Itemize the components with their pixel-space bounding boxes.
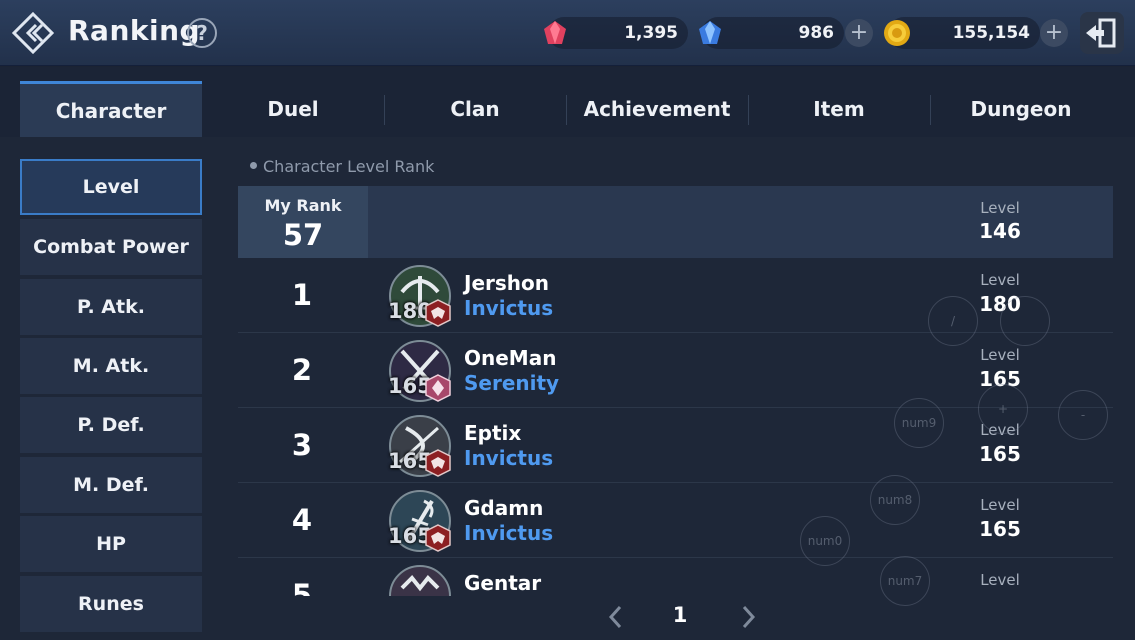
player-name: Jershon bbox=[464, 271, 549, 295]
rank-number: 4 bbox=[291, 503, 313, 537]
clan-emblem-icon bbox=[425, 374, 451, 402]
player-name: Gentar bbox=[464, 571, 542, 595]
blue-gem-icon bbox=[699, 21, 721, 44]
my-rank-box: My Rank 57 bbox=[238, 186, 368, 258]
my-rank-label: My Rank bbox=[264, 196, 342, 215]
sidebar-item-level[interactable]: Level bbox=[20, 159, 202, 215]
my-rank-row: Level 146 bbox=[238, 186, 1113, 258]
player-name: Eptix bbox=[464, 421, 522, 445]
my-rank-value: 57 bbox=[282, 218, 324, 252]
rank-number: 3 bbox=[291, 428, 313, 462]
rank-number: 1 bbox=[291, 278, 313, 312]
page-title: Ranking bbox=[68, 14, 201, 47]
level-label: Level bbox=[980, 346, 1020, 364]
sidebar-item-m-def[interactable]: M. Def. bbox=[20, 457, 202, 513]
rank-number: 5 bbox=[291, 578, 313, 596]
sidebar-item-p-atk[interactable]: P. Atk. bbox=[20, 279, 202, 335]
exit-button[interactable] bbox=[1080, 12, 1124, 54]
my-level-value: 146 bbox=[979, 219, 1021, 243]
top-bar: Ranking ? 1,395 986 + 155,154 + bbox=[0, 0, 1135, 66]
gold-coin-icon bbox=[884, 20, 910, 46]
overlay-key-num0[interactable]: num0 bbox=[800, 516, 850, 566]
section-title: Character Level Rank bbox=[250, 157, 434, 176]
red-gem-icon bbox=[544, 21, 566, 44]
sidebar-item-m-atk[interactable]: M. Atk. bbox=[20, 338, 202, 394]
level-label: Level bbox=[980, 271, 1020, 289]
sidebar-item-combat-power[interactable]: Combat Power bbox=[20, 219, 202, 275]
ranking-row[interactable]: 4 165 Gdamn Invictus Level 165 bbox=[238, 483, 1113, 558]
tab-dungeon[interactable]: Dungeon bbox=[930, 81, 1112, 137]
red-gem-amount: 1,395 bbox=[624, 23, 678, 43]
tab-item[interactable]: Item bbox=[748, 81, 930, 137]
level-value: 165 bbox=[979, 517, 1021, 541]
clan-emblem-icon bbox=[425, 299, 451, 327]
next-page-chevron-icon[interactable] bbox=[738, 602, 758, 632]
overlay-key-blank[interactable] bbox=[1000, 296, 1050, 346]
prev-page-chevron-icon[interactable] bbox=[606, 602, 626, 632]
tab-achievement[interactable]: Achievement bbox=[566, 81, 748, 137]
exit-door-icon bbox=[1086, 18, 1116, 48]
overlay-key-slash[interactable]: / bbox=[928, 296, 978, 346]
clan-emblem-icon bbox=[425, 524, 451, 552]
overlay-key-plus[interactable]: + bbox=[978, 384, 1028, 434]
sidebar-item-p-def[interactable]: P. Def. bbox=[20, 397, 202, 453]
sidebar-item-hp[interactable]: HP bbox=[20, 516, 202, 572]
ranking-row[interactable]: 5 Gentar Level bbox=[238, 558, 1113, 596]
my-level-label: Level bbox=[980, 199, 1020, 217]
rank-number: 2 bbox=[291, 353, 313, 387]
tab-character[interactable]: Character bbox=[20, 81, 202, 137]
clan-name[interactable]: Serenity bbox=[464, 371, 559, 395]
category-tabs: Character Duel Clan Achievement Item Dun… bbox=[0, 67, 1135, 137]
page-number: 1 bbox=[672, 603, 688, 627]
add-gold-button[interactable]: + bbox=[1040, 19, 1068, 47]
overlay-key-num9[interactable]: num9 bbox=[894, 398, 944, 448]
overlay-key-num7[interactable]: num7 bbox=[880, 556, 930, 606]
clan-emblem-icon bbox=[425, 449, 451, 477]
blue-gem-amount: 986 bbox=[798, 23, 835, 43]
back-diamond-icon[interactable] bbox=[12, 12, 54, 54]
sidebar-item-runes[interactable]: Runes bbox=[20, 576, 202, 632]
level-label: Level bbox=[980, 571, 1020, 589]
tab-duel[interactable]: Duel bbox=[202, 81, 384, 137]
tab-clan[interactable]: Clan bbox=[384, 81, 566, 137]
clan-name[interactable]: Invictus bbox=[464, 521, 553, 545]
dragon-class-avatar-icon bbox=[389, 565, 451, 596]
ranking-list[interactable]: 1 180 Jershon Invictus Level 180 2 165 O… bbox=[238, 258, 1113, 596]
gold-amount: 155,154 bbox=[952, 23, 1030, 43]
level-label: Level bbox=[980, 496, 1020, 514]
player-name: Gdamn bbox=[464, 496, 544, 520]
clan-name[interactable]: Invictus bbox=[464, 296, 553, 320]
clan-name[interactable]: Invictus bbox=[464, 446, 553, 470]
add-blue-gem-button[interactable]: + bbox=[845, 19, 873, 47]
overlay-key-num8[interactable]: num8 bbox=[870, 475, 920, 525]
level-value: 165 bbox=[979, 442, 1021, 466]
player-name: OneMan bbox=[464, 346, 557, 370]
help-icon[interactable]: ? bbox=[187, 18, 217, 48]
overlay-key-minus[interactable]: - bbox=[1058, 390, 1108, 440]
ranking-row[interactable]: 1 180 Jershon Invictus Level 180 bbox=[238, 258, 1113, 333]
